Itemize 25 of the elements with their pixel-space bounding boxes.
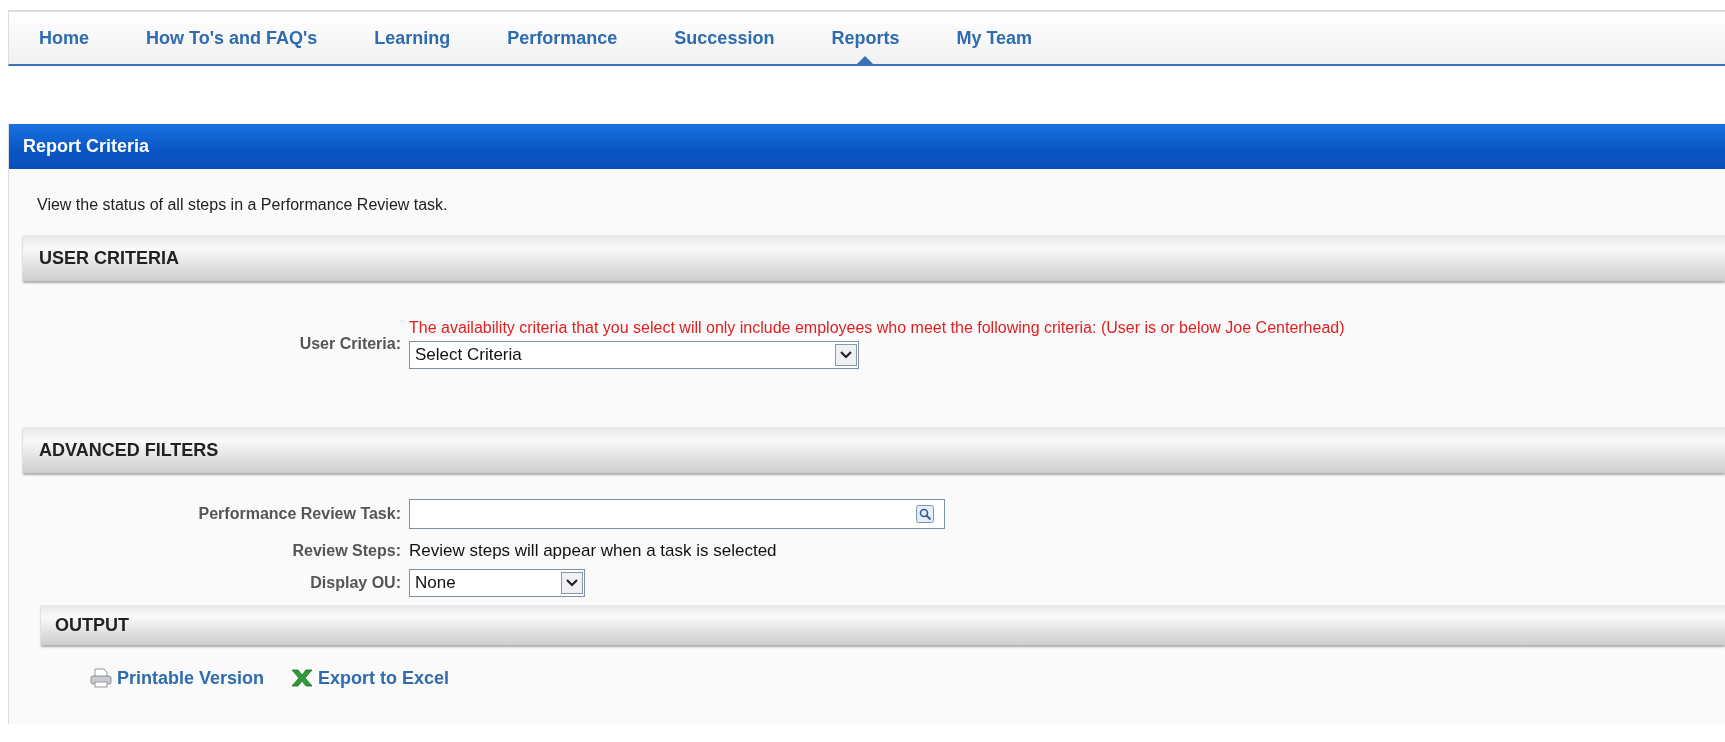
section-header: ADVANCED FILTERS <box>23 427 1725 473</box>
section-header: USER CRITERIA <box>23 235 1725 281</box>
description-text: View the status of all steps in a Performance Review task. <box>36 195 449 215</box>
criteria-notice: The availability criteria that you select will only include employees who meet the following criteria: (User is or below Joe Centerhead) <box>409 319 1345 337</box>
section-header: OUTPUT <box>41 605 1725 645</box>
field-label: Performance Review Task: <box>197 505 401 523</box>
nav-tab[interactable]: Succession <box>674 12 775 64</box>
nav-tab[interactable]: Home <box>39 12 89 64</box>
nav-tab[interactable]: My Team <box>956 12 1033 64</box>
field-label: Display OU: <box>309 574 401 592</box>
nav-tab[interactable]: Learning <box>374 12 451 64</box>
field-label: Review Steps: <box>291 542 401 560</box>
export-excel-link[interactable]: Export to Excel <box>290 667 450 689</box>
dropdown-field[interactable]: None <box>409 569 585 597</box>
nav-tab[interactable]: How To's and FAQ's <box>146 12 318 64</box>
printable-version-link[interactable]: Printable Version <box>89 667 265 689</box>
lookup-icon[interactable] <box>916 505 934 523</box>
spreadsheet-x-icon <box>290 668 315 688</box>
field-label: User Criteria: <box>298 335 401 353</box>
review-steps-text: Review steps will appear when a task is selected <box>409 541 777 561</box>
task-input-field[interactable] <box>409 499 945 529</box>
printer-icon <box>89 667 113 689</box>
nav-tab[interactable]: Performance <box>507 12 618 64</box>
dropdown-field[interactable]: Select Criteria <box>409 341 859 369</box>
panel-title: Report Criteria <box>9 124 1725 169</box>
